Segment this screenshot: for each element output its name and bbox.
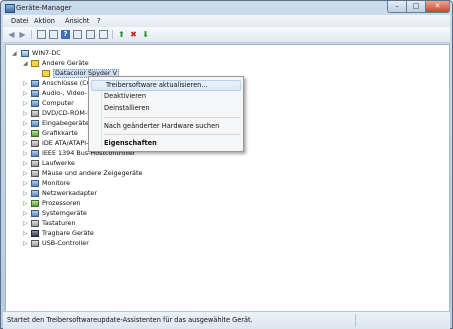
uninstall-icon[interactable]: ✖ — [129, 30, 138, 39]
expand-icon[interactable]: ◢ — [23, 59, 28, 68]
device-manager-window: Geräte-Manager – □ ✕ Datei Aktion Ansich… — [0, 0, 453, 329]
disk-drive-icon — [31, 160, 39, 167]
forward-arrow-icon[interactable]: ▶ — [18, 30, 27, 39]
tree-item-label: Computer — [42, 99, 74, 107]
collapse-icon[interactable]: ◢ — [12, 49, 17, 58]
expand-icon[interactable]: ▷ — [23, 239, 28, 248]
window-title: Geräte-Manager — [16, 4, 72, 12]
tree-item-label: Tragbare Geräte — [42, 229, 94, 237]
context-menu: Treibersoftware aktualisieren... Deaktiv… — [88, 76, 244, 152]
device-manager-icon — [5, 4, 15, 13]
tree-item-label: Laufwerke — [42, 159, 75, 167]
back-arrow-icon[interactable]: ◀ — [7, 30, 16, 39]
scan-hardware-icon[interactable] — [99, 30, 108, 39]
ide-controller-icon — [31, 140, 39, 147]
audio-icon — [31, 90, 39, 97]
dvd-drive-icon — [31, 110, 39, 117]
expand-icon[interactable]: ▷ — [23, 79, 28, 88]
tree-item-label: Andere Geräte — [42, 59, 89, 67]
expand-icon[interactable]: ▷ — [23, 219, 28, 228]
expand-icon[interactable]: ▷ — [23, 179, 28, 188]
tree-item-label: Systemgeräte — [42, 209, 87, 217]
tree-item-label: Monitore — [42, 179, 71, 187]
menu-help[interactable]: ? — [97, 17, 101, 25]
context-menu-separator — [104, 134, 240, 135]
expand-icon[interactable]: ▷ — [23, 169, 28, 178]
port-icon — [31, 80, 39, 87]
tree-item-label: Prozessoren — [42, 199, 81, 207]
usb-controller-icon — [31, 240, 39, 247]
toolbar-separator — [112, 30, 113, 39]
toolbar-separator — [31, 30, 32, 39]
tree-item-label: USB-Controller — [42, 239, 89, 247]
tree-item-label: Mäuse und andere Zeigegeräte — [42, 169, 143, 177]
expand-icon[interactable]: ▷ — [23, 109, 28, 118]
warning-device-icon — [31, 60, 39, 67]
status-divider — [355, 314, 356, 327]
processor-icon — [31, 200, 39, 207]
portable-device-icon — [31, 230, 39, 237]
scan-hardware-menu-item[interactable]: Nach geänderter Hardware suchen — [104, 122, 219, 131]
computer-icon[interactable] — [86, 30, 95, 39]
firewire-icon — [31, 150, 39, 157]
menu-bar: Datei Aktion Ansicht ? — [3, 15, 450, 27]
menu-datei[interactable]: Datei — [11, 17, 29, 25]
computer-icon — [31, 100, 39, 107]
expand-icon[interactable]: ▷ — [23, 149, 28, 158]
enable-device-icon[interactable]: ⬇ — [141, 30, 150, 39]
context-menu-separator — [104, 117, 240, 118]
status-bar: Startet den Treibersoftwareupdate-Assist… — [3, 311, 450, 329]
expand-icon[interactable]: ▷ — [23, 229, 28, 238]
expand-icon[interactable]: ▷ — [23, 189, 28, 198]
properties-menu-item[interactable]: Eigenschaften — [104, 139, 157, 148]
list-icon[interactable] — [49, 30, 58, 39]
update-driver-icon[interactable]: ⬆ — [117, 30, 126, 39]
tree-item-label: Grafikkarte — [42, 129, 78, 137]
mouse-icon — [31, 170, 39, 177]
expand-icon[interactable]: ▷ — [23, 89, 28, 98]
tree-item-label: Netzwerkadapter — [42, 189, 97, 197]
keyboard-icon — [31, 220, 39, 227]
title-bar[interactable]: Geräte-Manager – □ ✕ — [1, 1, 452, 15]
toolbar: ◀ ▶ ? ⬆ ✖ ⬇ — [3, 27, 450, 43]
expand-icon[interactable]: ▷ — [23, 119, 28, 128]
computer-icon — [21, 50, 29, 57]
warning-device-icon — [42, 70, 50, 77]
menu-ansicht[interactable]: Ansicht — [65, 17, 89, 25]
tree-root-label: WIN7-DC — [32, 49, 61, 57]
expand-icon[interactable]: ▷ — [23, 159, 28, 168]
view-icon[interactable] — [73, 30, 82, 39]
menu-aktion[interactable]: Aktion — [34, 17, 55, 25]
status-text: Startet den Treibersoftwareupdate-Assist… — [7, 316, 253, 324]
expand-icon[interactable]: ▷ — [23, 99, 28, 108]
monitor-icon — [31, 180, 39, 187]
close-button[interactable]: ✕ — [425, 1, 450, 13]
maximize-button[interactable]: □ — [406, 1, 426, 13]
update-driver-menu-item[interactable]: Treibersoftware aktualisieren... — [91, 80, 241, 91]
graphics-card-icon — [31, 130, 39, 137]
properties-icon[interactable] — [37, 30, 46, 39]
network-adapter-icon — [31, 190, 39, 197]
help-icon[interactable]: ? — [61, 30, 70, 39]
expand-icon[interactable]: ▷ — [23, 139, 28, 148]
hid-icon — [31, 120, 39, 127]
expand-icon[interactable]: ▷ — [23, 199, 28, 208]
uninstall-menu-item[interactable]: Deinstallieren — [104, 104, 150, 113]
minimize-button[interactable]: – — [387, 1, 407, 13]
system-devices-icon — [31, 210, 39, 217]
expand-icon[interactable]: ▷ — [23, 209, 28, 218]
expand-icon[interactable]: ▷ — [23, 129, 28, 138]
tree-item-label: Tastaturen — [42, 219, 76, 227]
disable-menu-item[interactable]: Deaktivieren — [104, 92, 146, 101]
